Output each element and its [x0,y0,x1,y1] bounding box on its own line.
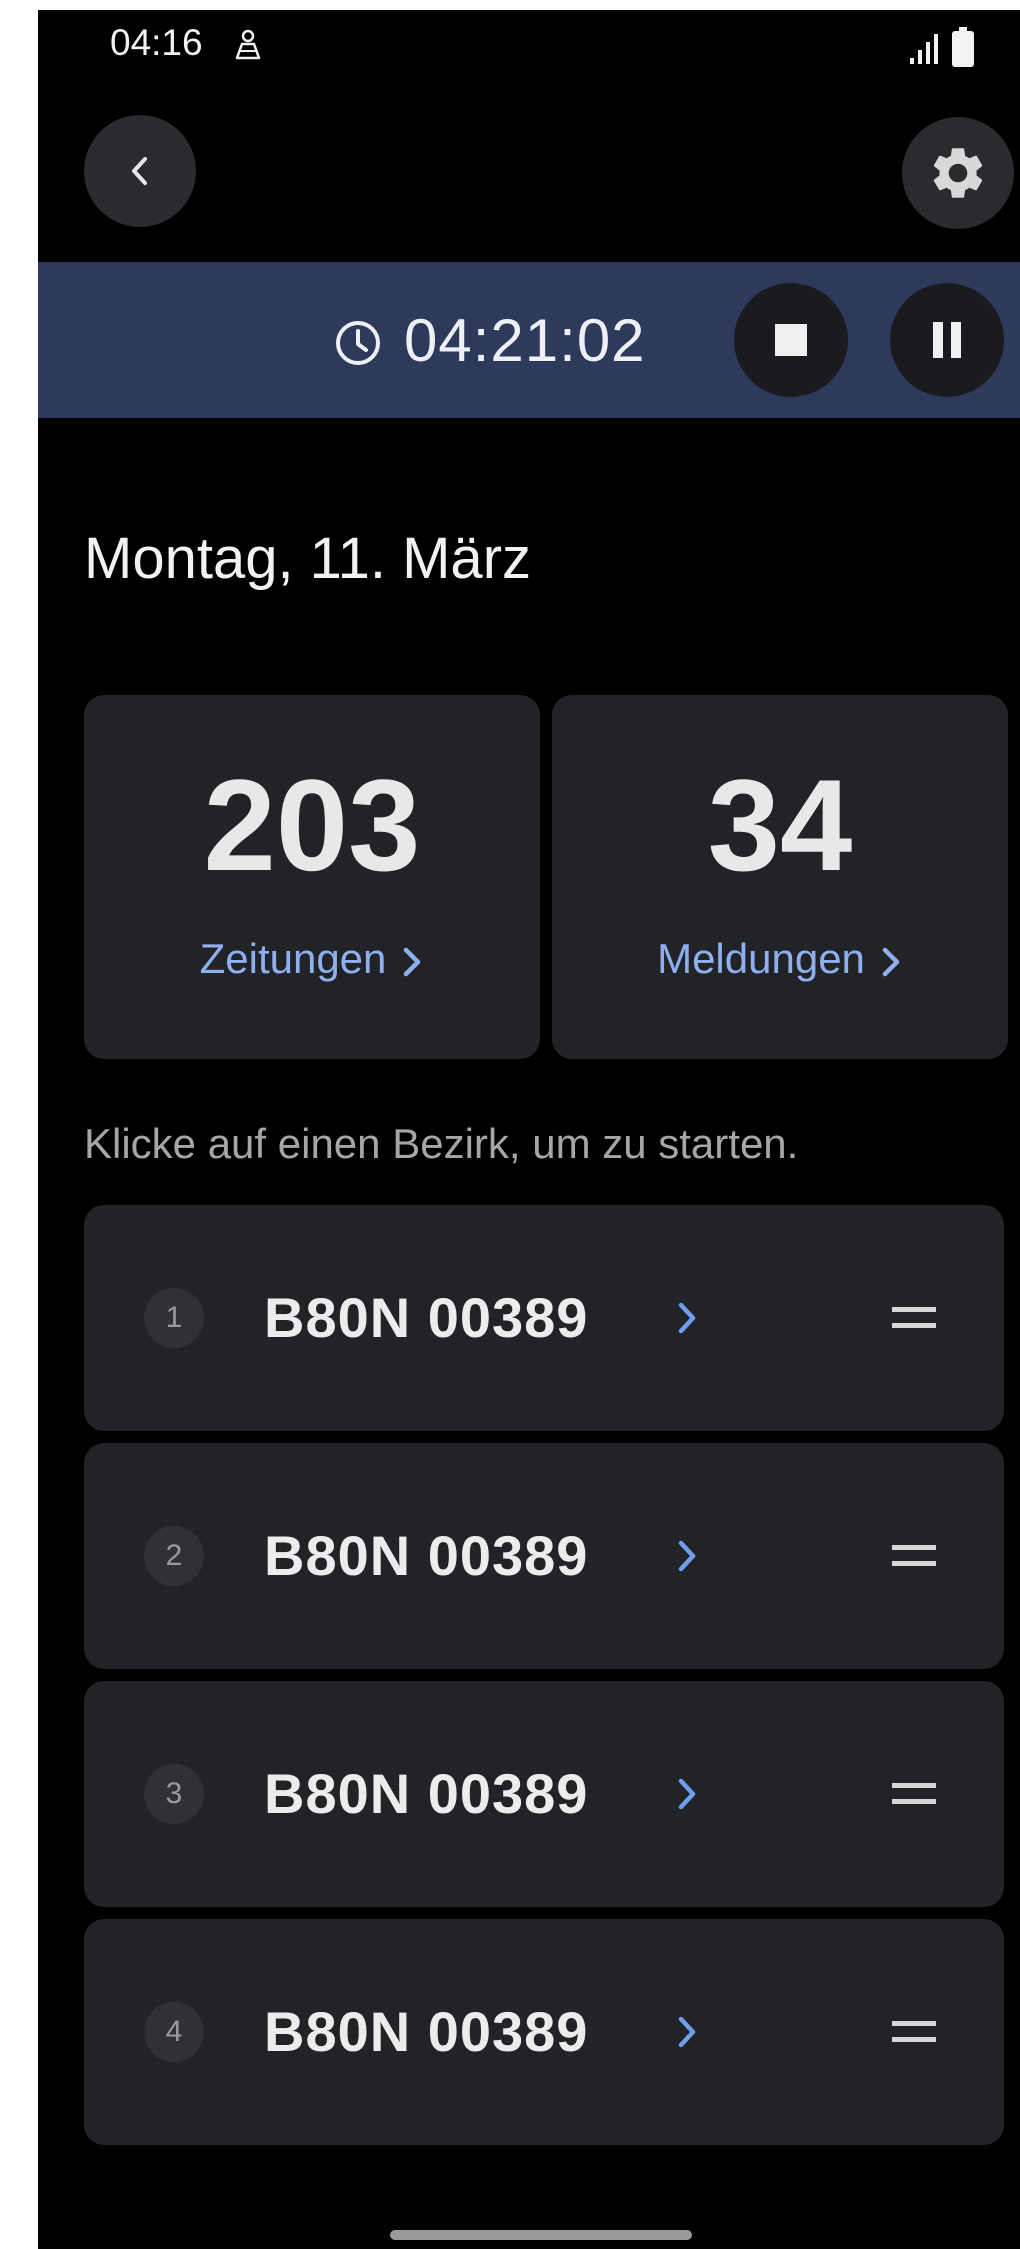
status-time: 04:16 [110,22,203,63]
zeitungen-link[interactable]: Zeitungen [84,935,540,983]
drag-handle-icon[interactable] [890,2015,938,2049]
chevron-right-icon [678,1302,696,1334]
meldungen-label: Meldungen [657,935,865,982]
home-indicator[interactable] [390,2230,692,2240]
status-bar: 04:16 [38,10,1020,80]
chevron-left-icon [132,157,147,185]
clock-icon [336,321,380,365]
settings-button[interactable] [902,117,1014,229]
timer-bar: 04:21:02 [38,262,1020,418]
row-index-badge: 3 [144,1764,204,1824]
zeitungen-label: Zeitungen [199,935,387,982]
chevron-right-icon [882,947,900,977]
list-item[interactable]: 4 B80N 00389 [84,1919,1004,2145]
chevron-right-icon [678,2016,696,2048]
zeitungen-count: 203 [203,752,421,898]
map-person-icon [235,29,261,60]
pause-button[interactable] [890,283,1004,397]
signal-bars-icon [910,34,938,64]
district-label: B80N 00389 [264,1524,589,1587]
chevron-right-icon [404,947,421,977]
drag-handle-icon[interactable] [890,1301,938,1335]
district-label: B80N 00389 [264,1286,589,1349]
chevron-right-icon [678,1778,696,1810]
hint-text: Klicke auf einen Bezirk, um zu starten. [84,1120,799,1167]
row-index-badge: 4 [144,2002,204,2062]
row-index-badge: 2 [144,1526,204,1586]
app-screen: 04:16 04:21:02 Montag, 11. März 203 Zeit… [38,10,1020,2249]
stop-icon [775,324,807,356]
meldungen-link[interactable]: Meldungen [552,935,1008,983]
district-label: B80N 00389 [264,1762,589,1825]
meldungen-card[interactable]: 34 Meldungen [552,695,1008,1059]
stop-button[interactable] [734,283,848,397]
district-label: B80N 00389 [264,2000,589,2063]
battery-icon [952,27,974,67]
gear-icon [933,148,983,198]
list-item[interactable]: 1 B80N 00389 [84,1205,1004,1431]
row-index-badge: 1 [144,1288,204,1348]
chevron-right-icon [678,1540,696,1572]
meldungen-count: 34 [707,752,853,898]
drag-handle-icon[interactable] [890,1539,938,1573]
timer-value: 04:21:02 [404,307,646,374]
back-button[interactable] [84,115,196,227]
zeitungen-card[interactable]: 203 Zeitungen [84,695,540,1059]
list-item[interactable]: 2 B80N 00389 [84,1443,1004,1669]
page-title: Montag, 11. März [84,526,532,591]
pause-icon [933,322,961,358]
list-item[interactable]: 3 B80N 00389 [84,1681,1004,1907]
drag-handle-icon[interactable] [890,1777,938,1811]
